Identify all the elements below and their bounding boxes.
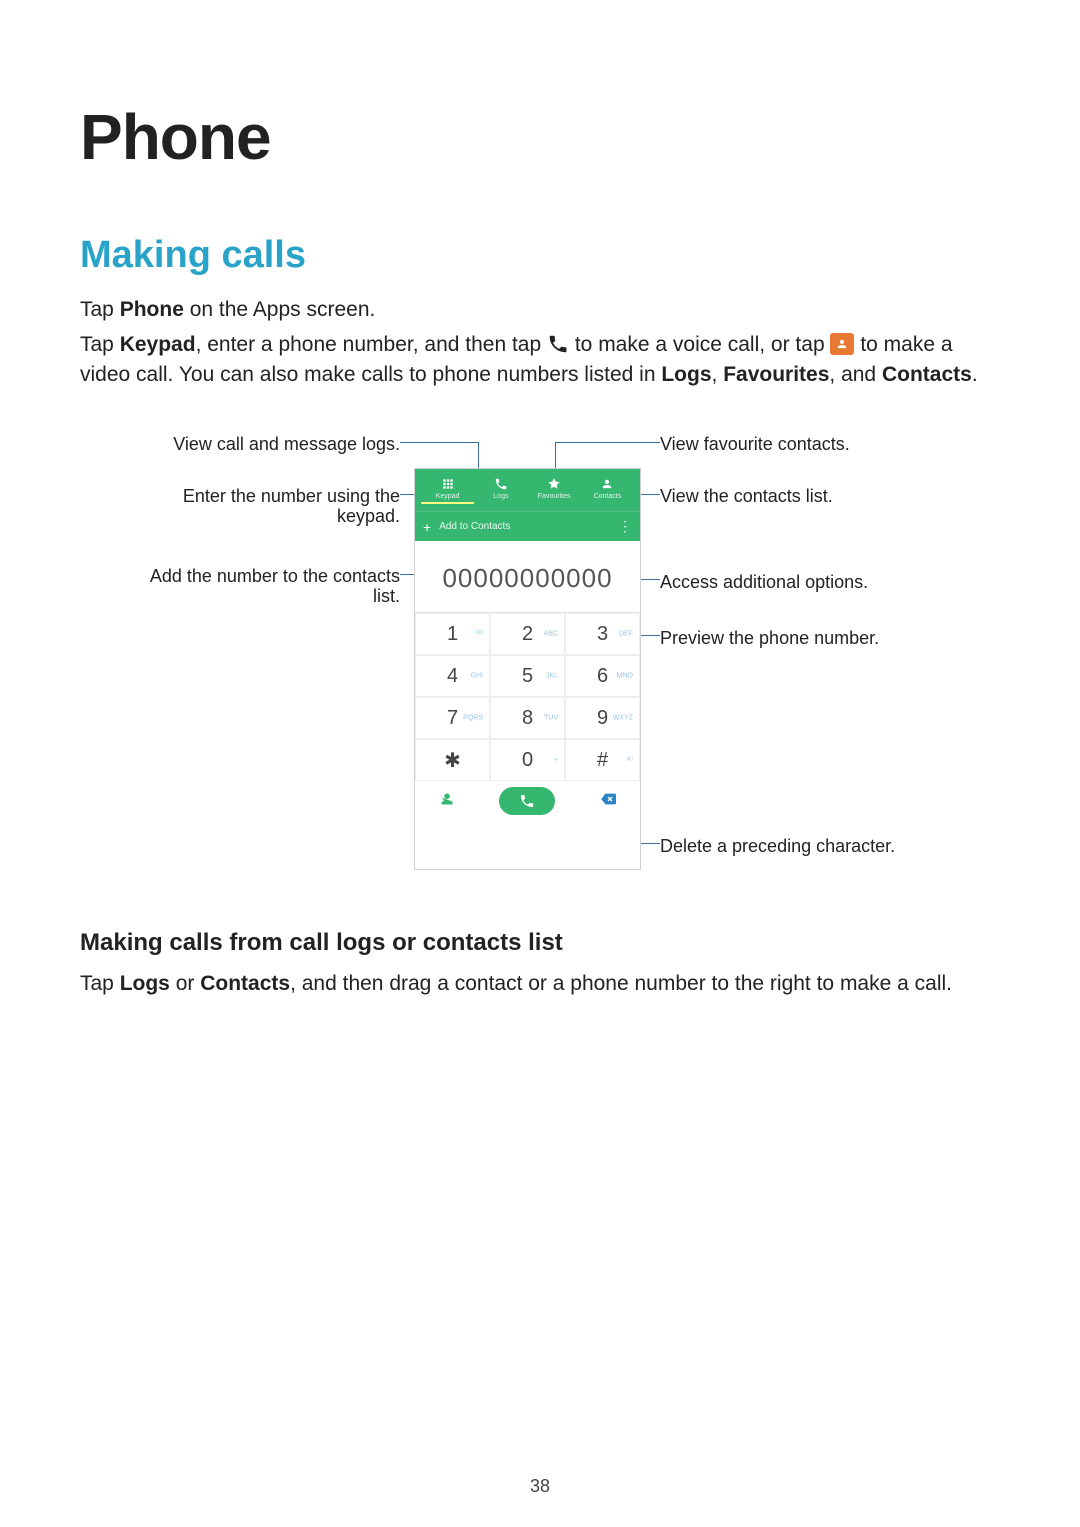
sub-heading: Making calls from call logs or contacts … [80, 929, 1000, 957]
key-star[interactable]: ✱ [415, 739, 490, 781]
key-digit: # [597, 749, 608, 772]
key-digit: 1 [447, 623, 458, 646]
key-digit: 3 [597, 623, 608, 646]
callout-view-contacts: View the contacts list. [660, 485, 833, 508]
voice-call-button[interactable] [499, 787, 555, 815]
key-sublabel: GHI [471, 673, 483, 680]
key-9[interactable]: 9 WXYZ [565, 697, 640, 739]
key-8[interactable]: 8 TUV [490, 697, 565, 739]
person-icon [600, 477, 614, 491]
callout-preview-number: Preview the phone number. [660, 627, 879, 650]
callout-more-options: Access additional options. [660, 571, 868, 594]
key-digit: 6 [597, 665, 608, 688]
add-to-contacts-row[interactable]: + Add to Contacts ⋮ [415, 511, 640, 541]
paragraph-1: Tap Phone on the Apps screen. [80, 295, 1000, 324]
paragraph-3: Tap Logs or Contacts, and then drag a co… [80, 969, 1000, 998]
tab-label: Logs [493, 493, 508, 500]
key-digit: 4 [447, 665, 458, 688]
key-sublabel: ᴼᴼ [476, 631, 483, 638]
page-title: Phone [80, 100, 1000, 174]
plus-icon: + [423, 519, 431, 535]
number-display: 00000000000 [415, 541, 640, 613]
tab-logs[interactable]: Logs [474, 477, 527, 504]
text-bold-phone: Phone [120, 298, 184, 321]
key-sublabel: + [554, 757, 558, 764]
key-sublabel: PQRS [463, 715, 483, 722]
text: . [972, 363, 978, 386]
text-bold-favourites: Favourites [723, 363, 829, 386]
phone-diagram: View call and message logs. Enter the nu… [80, 409, 1000, 889]
text: or [170, 972, 200, 995]
key-digit: 0 [522, 749, 533, 772]
key-5[interactable]: 5 JKL [490, 655, 565, 697]
key-sublabel: WXYZ [613, 715, 633, 722]
text: Tap [80, 972, 120, 995]
key-3[interactable]: 3 DEF [565, 613, 640, 655]
text: Tap [80, 298, 120, 321]
key-sublabel: ABC [544, 631, 558, 638]
key-sublabel: DEF [619, 631, 633, 638]
video-call-button[interactable] [436, 788, 458, 815]
tab-label: Keypad [436, 493, 460, 500]
key-0[interactable]: 0+ [490, 739, 565, 781]
text: , and [829, 363, 882, 386]
keypad: 1ᴼᴼ 2ABC 3DEF 4GHI 5JKL 6MNO 7PQRS 8TUV … [415, 613, 640, 781]
phone-handset-icon [547, 333, 569, 355]
keypad-icon [441, 477, 455, 491]
phone-tab-bar: Keypad Logs Favourites Contacts [415, 469, 640, 511]
callout-keypad-l2: keypad. [80, 505, 400, 528]
tab-label: Contacts [594, 493, 622, 500]
paragraph-2: Tap Keypad, enter a phone number, and th… [80, 330, 1000, 389]
callout-view-favourites: View favourite contacts. [660, 433, 850, 456]
connector-line [400, 442, 478, 443]
section-heading: Making calls [80, 234, 1000, 277]
page-number: 38 [0, 1476, 1080, 1497]
action-row [415, 781, 640, 821]
key-digit: 2 [522, 623, 533, 646]
key-digit: 9 [597, 707, 608, 730]
key-sublabel: ⁽ᴷ⁾ [627, 756, 633, 764]
text: to make a voice call, or tap [575, 333, 831, 356]
key-6[interactable]: 6 MNO [565, 655, 640, 697]
key-digit: 8 [522, 707, 533, 730]
text-bold-contacts: Contacts [200, 972, 290, 995]
star-icon [547, 477, 561, 491]
text-bold-logs: Logs [661, 363, 711, 386]
backspace-button[interactable] [597, 791, 619, 812]
text-bold-logs: Logs [120, 972, 170, 995]
video-call-icon [830, 333, 854, 355]
key-7[interactable]: 7 PQRS [415, 697, 490, 739]
more-options-icon[interactable]: ⋮ [618, 518, 632, 535]
tab-keypad[interactable]: Keypad [421, 477, 474, 504]
key-2[interactable]: 2 ABC [490, 613, 565, 655]
text: on the Apps screen. [184, 298, 375, 321]
add-to-contacts-label: Add to Contacts [439, 521, 510, 532]
tab-contacts[interactable]: Contacts [581, 477, 634, 504]
text: , enter a phone number, and then tap [196, 333, 547, 356]
key-1[interactable]: 1 ᴼᴼ [415, 613, 490, 655]
text: , [712, 363, 724, 386]
key-4[interactable]: 4 GHI [415, 655, 490, 697]
key-sublabel: JKL [546, 673, 558, 680]
callout-add-contacts-l2: list. [80, 585, 400, 608]
phone-screenshot: Keypad Logs Favourites Contacts + Add to [415, 469, 640, 869]
key-sublabel: TUV [544, 715, 558, 722]
key-digit: ✱ [444, 748, 461, 773]
text-bold-keypad: Keypad [120, 333, 196, 356]
text-bold-contacts: Contacts [882, 363, 972, 386]
tab-label: Favourites [538, 493, 571, 500]
key-digit: 5 [522, 665, 533, 688]
logs-icon [494, 477, 508, 491]
text: , and then drag a contact or a phone num… [290, 972, 952, 995]
connector-line [555, 442, 660, 443]
key-hash[interactable]: # ⁽ᴷ⁾ [565, 739, 640, 781]
callout-delete-char: Delete a preceding character. [660, 835, 895, 858]
callout-view-logs: View call and message logs. [80, 433, 400, 456]
text: Tap [80, 333, 120, 356]
tab-favourites[interactable]: Favourites [528, 477, 581, 504]
key-sublabel: MNO [617, 673, 633, 680]
key-digit: 7 [447, 707, 458, 730]
